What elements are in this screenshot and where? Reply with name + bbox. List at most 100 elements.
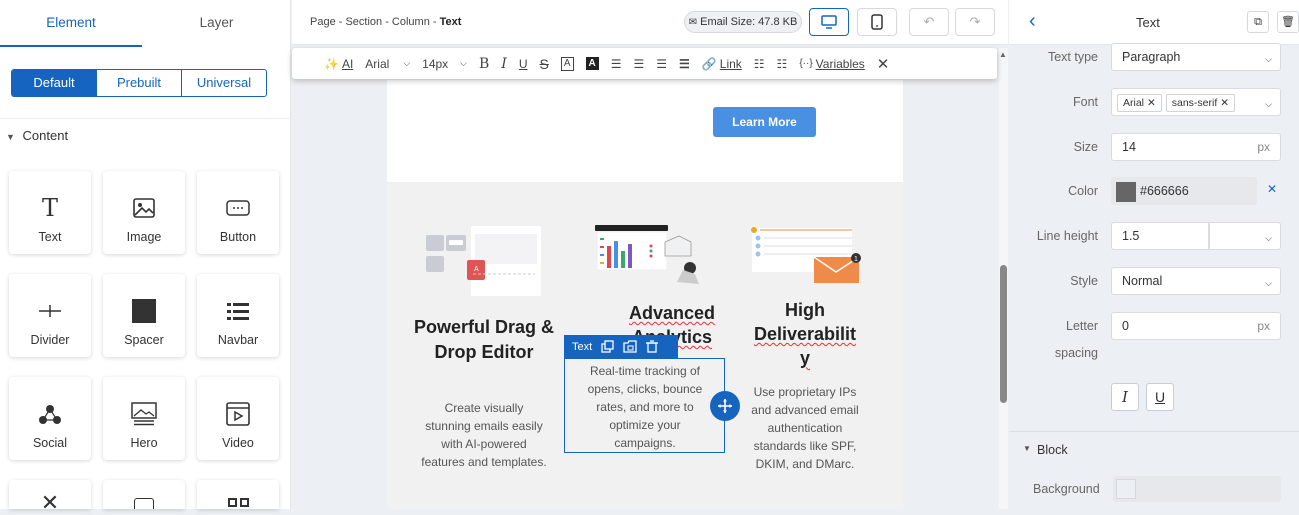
tile-spacer[interactable]: Spacer (103, 274, 185, 357)
bold-icon[interactable]: B (479, 56, 489, 72)
learn-more-button[interactable]: Learn More (713, 107, 816, 137)
mobile-view-button[interactable] (857, 8, 897, 36)
tile-social[interactable]: Social (9, 377, 91, 460)
ai-assist-button[interactable]: ✨ AI (324, 57, 353, 71)
highlight-color-icon[interactable]: A (585, 57, 599, 70)
breadcrumb[interactable]: Page - Section - Column - Text (310, 16, 461, 28)
x-icon: ✕ (40, 490, 60, 515)
size-input[interactable]: 14 px (1111, 133, 1281, 161)
size-select[interactable]: 14px ⌵ (422, 57, 467, 71)
letter-spacing-input[interactable]: 0 px (1111, 312, 1281, 340)
clear-color-icon[interactable]: ✕ (1267, 182, 1277, 196)
scroll-up-icon[interactable]: ▲ (999, 50, 1007, 59)
link-icon: 🔗 (701, 56, 717, 71)
duplicate-icon[interactable] (601, 340, 614, 353)
align-left-icon[interactable]: ☰ (611, 57, 622, 71)
text-color-icon[interactable]: A (560, 56, 574, 71)
tile-label: Navbar (217, 333, 259, 347)
redo-button[interactable]: ↷ (955, 8, 995, 36)
delete-icon[interactable] (646, 340, 659, 353)
size-label: Size (1073, 140, 1098, 154)
tab-layer[interactable]: Layer (142, 0, 291, 47)
chevron-down-icon: ⌵ (1265, 54, 1272, 64)
tile-qr-partial[interactable] (197, 480, 279, 509)
italic-icon[interactable]: I (501, 56, 507, 72)
tile-hero[interactable]: Hero (103, 377, 185, 460)
variables-label: Variables (815, 56, 865, 71)
ai-label: AI (341, 56, 354, 71)
col3-text[interactable]: Use proprietary IPs and advanced email a… (746, 383, 864, 473)
desktop-icon (821, 15, 837, 29)
strikethrough-icon[interactable]: S (540, 56, 549, 72)
canvas-scrollbar-thumb[interactable] (1000, 265, 1007, 403)
style-select[interactable]: Normal ⌵ (1111, 267, 1281, 295)
background-color-input[interactable] (1113, 476, 1281, 502)
line-height-value: 1.5 (1122, 229, 1140, 243)
save-block-icon[interactable] (623, 340, 637, 353)
segment-universal[interactable]: Universal (181, 70, 266, 96)
tile-button[interactable]: Button (197, 171, 279, 254)
desktop-view-button[interactable] (809, 8, 849, 36)
col2-text[interactable]: Real-time tracking of opens, clicks, bou… (578, 362, 712, 452)
close-icon[interactable]: ✕ (1147, 97, 1156, 109)
duplicate-block-icon[interactable]: ⧉ (1247, 11, 1269, 33)
font-chip-arial[interactable]: Arial ✕ (1117, 94, 1162, 112)
social-icon (9, 397, 91, 431)
tile-divider[interactable]: Divider (9, 274, 91, 357)
breadcrumb-path[interactable]: Page - Section - Column - (310, 16, 440, 28)
tile-close-partial[interactable]: ✕ (9, 480, 91, 515)
col1-title[interactable]: Powerful Drag & Drop Editor (412, 315, 556, 365)
underline-icon[interactable]: U (519, 57, 528, 71)
color-swatch[interactable] (1116, 181, 1136, 202)
segment-default[interactable]: Default (12, 70, 96, 96)
close-icon[interactable]: ✕ (1220, 97, 1229, 109)
col1-text[interactable]: Create visually stunning emails easily w… (421, 399, 547, 471)
drag-drop-illustration: A (423, 224, 543, 299)
variables-button[interactable]: {··} Variables (799, 57, 864, 71)
link-button[interactable]: 🔗 Link (702, 57, 742, 71)
italic-toggle[interactable]: I (1111, 383, 1139, 411)
selection-toolbar: Text (564, 335, 678, 358)
tab-element[interactable]: Element (0, 0, 142, 47)
underline-toggle[interactable]: U (1146, 383, 1174, 411)
tile-video[interactable]: Video (197, 377, 279, 460)
chevron-down-icon: ⌵ (1265, 99, 1272, 109)
ordered-list-icon[interactable]: ☷ (754, 57, 765, 71)
move-handle[interactable] (710, 391, 740, 421)
line-height-input[interactable]: 1.5 (1111, 222, 1209, 250)
font-chip-sans-serif[interactable]: sans-serif ✕ (1165, 94, 1235, 112)
bullet-list-icon[interactable]: ☷ (777, 57, 788, 71)
tile-label: Spacer (124, 333, 164, 347)
spacer-icon (103, 294, 185, 328)
letter-spacing-value: 0 (1122, 319, 1129, 333)
qr-icon (227, 498, 249, 509)
align-center-icon[interactable]: ☰ (634, 57, 645, 71)
text-type-select[interactable]: Paragraph ⌵ (1111, 43, 1281, 71)
tile-product-partial[interactable] (103, 480, 185, 509)
block-section-header[interactable]: ▼ Block (1009, 431, 1299, 467)
color-input[interactable]: #666666 (1111, 177, 1257, 205)
font-value: Arial (365, 56, 390, 71)
tile-text[interactable]: T Text (9, 171, 91, 254)
back-chevron-icon[interactable]: ‹ (1029, 10, 1036, 33)
align-right-icon[interactable]: ☰ (656, 57, 667, 71)
braces-icon: {··} (799, 58, 813, 69)
tile-label: Social (32, 436, 68, 450)
align-justify-icon[interactable]: ☰ (679, 57, 690, 71)
font-multiselect[interactable]: Arial ✕ sans-serif ✕ ⌵ (1111, 88, 1281, 116)
font-select[interactable]: Arial ⌵ (365, 57, 410, 71)
library-segmented-control: Default Prebuilt Universal (11, 69, 267, 97)
undo-button[interactable]: ↶ (909, 8, 949, 36)
col3-title[interactable]: High Deliverabilit y (746, 298, 864, 370)
tile-image[interactable]: Image (103, 171, 185, 254)
close-icon[interactable]: ✕ (877, 55, 890, 73)
trash-icon[interactable]: 🗑 (1277, 11, 1299, 33)
background-swatch[interactable] (1116, 479, 1136, 499)
content-section-header[interactable]: ▼ Content (0, 118, 291, 154)
col3-title-line2: Deliverabilit (753, 324, 857, 344)
properties-title: Text (1136, 15, 1160, 30)
segment-prebuilt[interactable]: Prebuilt (96, 70, 181, 96)
tile-navbar[interactable]: Navbar (197, 274, 279, 357)
line-height-unit-select[interactable]: ⌵ (1209, 222, 1281, 250)
tile-label: Video (222, 436, 254, 450)
